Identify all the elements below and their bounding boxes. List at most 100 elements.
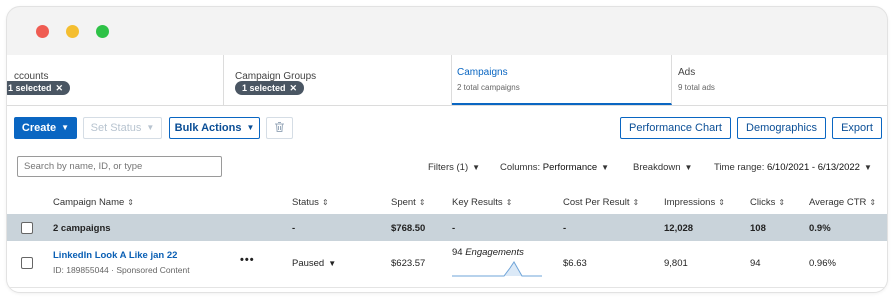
summary-row: 2 campaigns - $768.50 - - 12,028 108 0.9… xyxy=(7,214,887,241)
header-label: Clicks xyxy=(750,197,776,208)
filters-label: Filters (1) xyxy=(428,162,469,173)
sort-icon: ⇕ xyxy=(632,198,640,207)
header-label: Key Results xyxy=(452,197,503,208)
header-label: Average CTR xyxy=(809,197,867,208)
time-range-value: 6/10/2021 - 6/13/2022 xyxy=(766,162,860,173)
summary-ctr: 0.9% xyxy=(809,223,831,234)
campaign-manager: ccounts 1 selected ✕ Campaign Groups 1 se… xyxy=(7,55,887,292)
column-campaign-name[interactable]: Campaign Name ⇕ xyxy=(53,197,134,208)
search-input[interactable] xyxy=(17,156,222,177)
summary-key-results: - xyxy=(452,223,456,234)
summary-impressions: 12,028 xyxy=(664,223,694,234)
breakdown-dropdown[interactable]: Breakdown ▼ xyxy=(633,162,692,173)
summary-spent: $768.50 xyxy=(391,223,426,234)
campaign-meta: ID: 189855044 · Sponsored Content xyxy=(53,265,190,275)
time-range-dropdown[interactable]: Time range: 6/10/2021 - 6/13/2022 ▼ xyxy=(714,162,872,173)
summary-cost-per-result: - xyxy=(563,223,567,234)
caret-down-icon: ▼ xyxy=(146,123,155,132)
select-all-checkbox[interactable] xyxy=(21,222,33,234)
demographics-button[interactable]: Demographics xyxy=(737,117,826,139)
sort-icon: ⇕ xyxy=(718,198,725,207)
row-impressions: 9,801 xyxy=(664,258,688,269)
app-window: ccounts 1 selected ✕ Campaign Groups 1 se… xyxy=(6,6,888,293)
caret-down-icon: ▼ xyxy=(61,123,70,132)
column-impressions[interactable]: Impressions ⇕ xyxy=(664,197,725,208)
filters-dropdown[interactable]: Filters (1) ▼ xyxy=(428,162,480,173)
status-value: Paused xyxy=(292,258,325,269)
caret-down-icon: ▼ xyxy=(863,163,872,172)
entity-tabs: ccounts 1 selected ✕ Campaign Groups 1 se… xyxy=(7,55,887,106)
caret-down-icon: ▼ xyxy=(472,163,481,172)
chip-label: 1 selected xyxy=(8,83,52,93)
header-label: Impressions xyxy=(664,197,716,208)
summary-clicks: 108 xyxy=(750,223,766,234)
tab-campaigns-label: Campaigns xyxy=(457,67,508,78)
delete-button[interactable] xyxy=(266,117,293,139)
column-key-results[interactable]: Key Results ⇕ xyxy=(452,197,512,208)
tab-ads-count: 9 total ads xyxy=(678,83,715,92)
tab-ads-label: Ads xyxy=(678,67,696,78)
sort-icon: ⇕ xyxy=(418,198,426,207)
campaign-groups-selected-chip[interactable]: 1 selected ✕ xyxy=(235,81,305,95)
accounts-selected-chip[interactable]: 1 selected ✕ xyxy=(7,81,71,95)
status-dropdown[interactable]: Paused ▼ xyxy=(292,258,336,269)
tab-campaigns[interactable]: Campaigns 2 total campaigns xyxy=(452,55,672,105)
row-checkbox[interactable] xyxy=(21,257,33,269)
columns-label: Columns: xyxy=(500,162,541,173)
performance-chart-button[interactable]: Performance Chart xyxy=(620,117,731,139)
time-range-label: Time range: xyxy=(714,162,765,173)
key-results-value: 94 Engagements xyxy=(452,247,524,258)
column-spent[interactable]: Spent ⇕ xyxy=(391,197,426,208)
maximize-window-button[interactable] xyxy=(96,25,109,38)
bulk-actions-label: Bulk Actions xyxy=(174,122,242,134)
trash-icon xyxy=(275,122,284,132)
performance-chart-label: Performance Chart xyxy=(629,122,722,134)
columns-value: Performance xyxy=(542,162,598,173)
header-label: Spent xyxy=(391,197,416,208)
caret-down-icon: ▼ xyxy=(246,123,255,132)
campaign-name-link[interactable]: LinkedIn Look A Like jan 22 xyxy=(53,250,177,261)
chip-label: 1 selected xyxy=(242,83,286,93)
header-label: Cost Per Result xyxy=(563,197,630,208)
minimize-window-button[interactable] xyxy=(66,25,79,38)
bulk-actions-button[interactable]: Bulk Actions ▼ xyxy=(169,117,260,139)
create-label: Create xyxy=(21,122,57,134)
columns-dropdown[interactable]: Columns: Performance ▼ xyxy=(500,162,609,173)
close-icon[interactable]: ✕ xyxy=(290,83,298,93)
key-results-label: Engagements xyxy=(465,247,524,258)
sort-icon: ⇕ xyxy=(321,198,329,207)
row-spent: $623.57 xyxy=(391,258,426,269)
create-button[interactable]: Create ▼ xyxy=(14,117,77,139)
caret-down-icon: ▼ xyxy=(684,163,693,172)
sort-icon: ⇕ xyxy=(505,198,513,207)
breakdown-label: Breakdown xyxy=(633,162,681,173)
summary-name: 2 campaigns xyxy=(53,223,111,234)
column-clicks[interactable]: Clicks ⇕ xyxy=(750,197,785,208)
sort-icon: ⇕ xyxy=(869,198,877,207)
row-cost-per-result: $6.63 xyxy=(563,258,587,269)
set-status-button[interactable]: Set Status ▼ xyxy=(83,117,162,139)
export-label: Export xyxy=(841,122,873,134)
close-window-button[interactable] xyxy=(36,25,49,38)
row-ctr: 0.96% xyxy=(809,258,836,269)
summary-status: - xyxy=(292,223,296,234)
tab-campaigns-count: 2 total campaigns xyxy=(457,83,520,92)
header-label: Campaign Name xyxy=(53,197,125,208)
column-average-ctr[interactable]: Average CTR ⇕ xyxy=(809,197,876,208)
row-actions-menu[interactable]: ••• xyxy=(240,254,255,266)
close-icon[interactable]: ✕ xyxy=(56,83,64,93)
header-label: Status xyxy=(292,197,319,208)
key-results-sparkline xyxy=(452,261,542,277)
key-results-count: 94 xyxy=(452,247,463,258)
tab-campaign-groups[interactable]: Campaign Groups 1 selected ✕ xyxy=(224,55,452,105)
demographics-label: Demographics xyxy=(746,122,817,134)
tab-ads[interactable]: Ads 9 total ads xyxy=(672,55,887,105)
column-cost-per-result[interactable]: Cost Per Result ⇕ xyxy=(563,197,639,208)
export-button[interactable]: Export xyxy=(832,117,882,139)
table-row: LinkedIn Look A Like jan 22 ID: 18985504… xyxy=(7,241,887,288)
set-status-label: Set Status xyxy=(90,122,142,134)
tab-accounts[interactable]: ccounts 1 selected ✕ xyxy=(7,55,224,105)
sort-icon: ⇕ xyxy=(127,198,134,207)
table-header: Campaign Name ⇕ Status ⇕ Spent ⇕ Key Result… xyxy=(7,188,887,215)
column-status[interactable]: Status ⇕ xyxy=(292,197,329,208)
